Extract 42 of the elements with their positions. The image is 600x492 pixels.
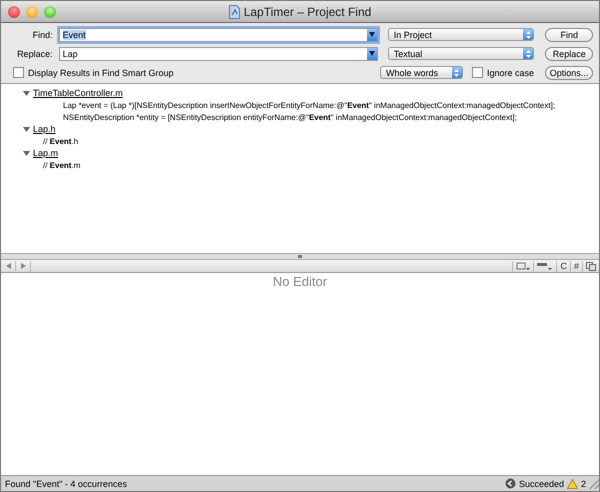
replace-button[interactable]: Replace bbox=[545, 46, 593, 60]
build-status-icon bbox=[504, 478, 516, 489]
replace-label: Replace: bbox=[16, 48, 53, 58]
disclosure-triangle-icon[interactable] bbox=[23, 90, 30, 96]
resize-grip-icon[interactable] bbox=[589, 478, 599, 488]
window-title: LapTimer – Project Find bbox=[244, 4, 372, 18]
up-down-arrows-icon[interactable] bbox=[454, 68, 460, 76]
smart-group-checkbox[interactable]: Display Results in Find Smart Group bbox=[13, 67, 174, 78]
warning-icon bbox=[566, 478, 578, 488]
file-name[interactable]: Lap.m bbox=[33, 148, 58, 158]
up-down-arrows-icon[interactable] bbox=[526, 50, 531, 58]
mode-popup[interactable]: Textual bbox=[388, 47, 534, 60]
disclosure-triangle-icon[interactable] bbox=[23, 126, 30, 132]
document-icon bbox=[228, 4, 240, 18]
find-button[interactable]: Find bbox=[545, 28, 593, 42]
result-line[interactable]: // Event.h bbox=[43, 136, 78, 146]
build-status: Succeeded bbox=[518, 478, 564, 488]
file-name[interactable]: Lap.h bbox=[33, 124, 56, 134]
zoom-button[interactable] bbox=[44, 6, 56, 18]
result-line[interactable]: Lap *event = (Lap *)[NSEntityDescription insertNewObjectForEntityForName:@"Event" inManagedObjectContext:managedObjectContext]; bbox=[63, 100, 556, 110]
editor-menu[interactable]: # bbox=[570, 260, 582, 272]
disclosure-triangle-icon[interactable] bbox=[23, 150, 30, 156]
caret-icon[interactable] bbox=[368, 51, 375, 56]
find-label: Find: bbox=[32, 30, 53, 40]
splitter-handle-icon[interactable] bbox=[298, 255, 302, 258]
result-line[interactable]: // Event.m bbox=[43, 160, 80, 170]
warning-count: 2 bbox=[580, 478, 586, 488]
up-down-arrows-icon[interactable] bbox=[526, 30, 531, 38]
editor-menu[interactable]: C bbox=[556, 260, 570, 272]
close-button[interactable] bbox=[8, 6, 20, 18]
ignore-case-checkbox[interactable]: Ignore case bbox=[472, 67, 534, 78]
find-field[interactable]: Event bbox=[58, 28, 378, 42]
replace-field[interactable]: Lap bbox=[58, 46, 378, 60]
split-view-icon[interactable] bbox=[582, 260, 599, 272]
file-name[interactable]: TimeTableController.m bbox=[33, 88, 123, 98]
options-button[interactable]: Options... bbox=[545, 66, 593, 80]
result-line[interactable]: NSEntityDescription *entity = [NSEntityDescription entityForName:@"Event" inManagedObjectContext:managedObjectContext]; bbox=[63, 112, 517, 122]
status-message: Found "Event" - 4 occurrences bbox=[5, 478, 127, 488]
scope-popup[interactable]: In Project bbox=[388, 28, 534, 41]
match-popup[interactable]: Whole words bbox=[380, 66, 463, 79]
empty-editor-text: No Editor bbox=[272, 274, 328, 289]
caret-icon[interactable] bbox=[368, 32, 375, 37]
